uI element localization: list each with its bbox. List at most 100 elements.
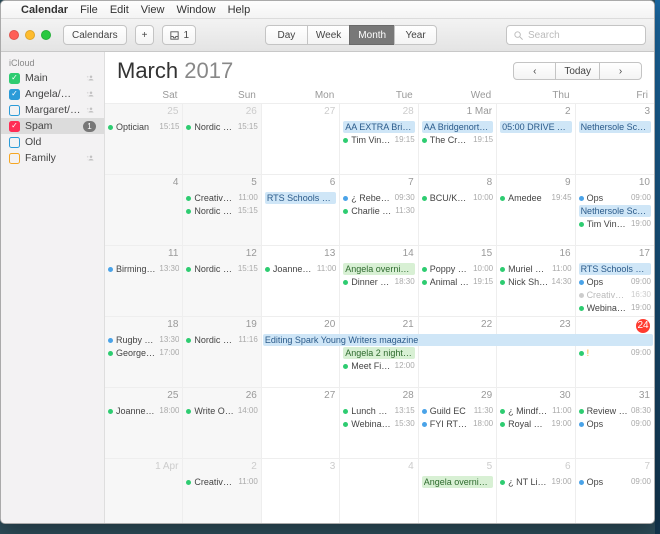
day-cell[interactable]: 24Ops09:00!09:00 [576,317,654,388]
menu-window[interactable]: Window [176,4,215,16]
sidebar-item-5[interactable]: Family [1,150,104,166]
event[interactable]: Dinner wit…18:30 [343,276,414,288]
sidebar-item-0[interactable]: ✓Main [1,70,104,86]
event[interactable]: Royal Ope…19:00 [500,418,571,430]
day-cell[interactable]: 27 [262,388,340,459]
multi-day-event[interactable]: Editing Spark Young Writers magazine [263,334,653,346]
event[interactable]: Review of…08:30 [579,405,651,417]
day-cell[interactable]: 17RTS Schools Da…Ops09:00Creative P…16:3… [576,246,654,317]
event[interactable]: Nethersole School [579,121,651,133]
event[interactable]: Poppy Kee…10:00 [422,263,493,275]
zoom-icon[interactable] [41,30,51,40]
day-cell[interactable]: 20 [262,317,340,388]
event[interactable]: Write On! r…14:00 [186,405,257,417]
event[interactable]: Joanne Ri…11:00 [265,263,336,275]
menu-edit[interactable]: Edit [110,4,129,16]
event[interactable]: Webinar p…15:30 [343,418,414,430]
menu-calendar[interactable]: Calendar [21,4,68,16]
event[interactable]: Webinar p…19:00 [579,302,651,314]
calendar-checkbox[interactable] [9,105,20,116]
event[interactable]: Angela overnigh… [422,476,493,488]
day-cell[interactable]: 1 MarAA Bridgenorth…The Craft…19:15 [419,104,497,175]
event[interactable]: 05:00 DRIVE AA… [500,121,571,133]
event[interactable]: Ops09:00 [579,192,651,204]
day-cell[interactable]: 10Ops09:00Nethersole SchoolTim Vine:…19:… [576,175,654,246]
close-icon[interactable] [9,30,19,40]
day-cell[interactable]: 6¿ NT Live…19:00 [497,459,575,524]
day-cell[interactable]: 1 Apr [105,459,183,524]
event[interactable]: Nordic Wa…15:15 [186,263,257,275]
calendars-toggle-button[interactable]: Calendars [63,25,127,45]
day-cell[interactable]: 5Angela overnigh… [419,459,497,524]
event[interactable]: Optician15:15 [108,121,179,133]
day-cell[interactable]: 28AA EXTRA Bridg…Tim Vine T…19:15 [340,104,418,175]
event[interactable]: RTS Schools Da… [265,192,336,204]
event[interactable]: Creative S…11:00 [186,192,257,204]
day-cell[interactable]: 14Angela overnigh…Dinner wit…18:30 [340,246,418,317]
minimize-icon[interactable] [25,30,35,40]
day-cell[interactable]: 26Nordic Wa…15:15 [183,104,261,175]
day-cell[interactable]: 27 [262,104,340,175]
next-month-button[interactable]: › [599,62,642,80]
menu-help[interactable]: Help [228,4,251,16]
view-month[interactable]: Month [349,25,395,45]
day-cell[interactable]: 5Creative S…11:00Nordic Wa…15:15 [183,175,261,246]
event[interactable]: Angela overnigh… [343,263,414,275]
event[interactable]: ¿ NT Live…19:00 [500,476,571,488]
event[interactable]: Nethersole School [579,205,651,217]
event[interactable]: Amedee19:45 [500,192,571,204]
day-cell[interactable]: 7Ops09:00 [576,459,654,524]
day-cell[interactable]: 7¿ Rebecca…09:30Charlie Jor…11:30 [340,175,418,246]
today-button[interactable]: Today [555,62,600,80]
day-cell[interactable]: 4 [340,459,418,524]
day-cell[interactable]: 25Optician15:15 [105,104,183,175]
inbox-button[interactable]: 1 [162,25,196,45]
day-cell[interactable]: 12Nordic Wa…15:15 [183,246,261,317]
day-cell[interactable]: 16Muriel Mc…11:00Nick Shar…14:30 [497,246,575,317]
event[interactable]: AA Bridgenorth… [422,121,493,133]
event[interactable]: Ops09:00 [579,418,651,430]
day-cell[interactable]: 22Valley Pre…18:15 [419,317,497,388]
day-cell[interactable]: 8BCU/Kate…10:00 [419,175,497,246]
event[interactable]: Nordic Wa…11:16 [186,334,257,346]
calendar-checkbox[interactable]: ✓ [9,121,20,132]
event[interactable]: Rugby You…13:30 [108,334,179,346]
view-week[interactable]: Week [307,25,350,45]
day-cell[interactable]: 29Guild EC11:30FYI RTS E…18:00 [419,388,497,459]
event[interactable]: AA EXTRA Bridg… [343,121,414,133]
day-cell[interactable]: 19Nordic Wa…11:16 [183,317,261,388]
event[interactable]: RTS Schools Da… [579,263,651,275]
day-cell[interactable]: 31Review of…08:30Ops09:00 [576,388,654,459]
calendar-checkbox[interactable]: ✓ [9,73,20,84]
day-cell[interactable]: 28Lunch wit…13:15Webinar p…15:30 [340,388,418,459]
calendar-checkbox[interactable]: ✓ [9,89,20,100]
day-cell[interactable]: 3 [262,459,340,524]
event[interactable]: Nick Shar…14:30 [500,276,571,288]
event[interactable]: Charlie Jor…11:30 [343,205,414,217]
day-cell[interactable]: 26Write On! r…14:00 [183,388,261,459]
event[interactable]: FYI RTS E…18:00 [422,418,493,430]
event[interactable]: ¿ Mindfuln…11:00 [500,405,571,417]
event[interactable]: Ops09:00 [579,476,651,488]
day-cell[interactable]: 23RTS Road…11:45 [497,317,575,388]
search-input[interactable]: Search [506,25,646,45]
event[interactable]: BCU/Kate…10:00 [422,192,493,204]
day-cell[interactable]: 205:00 DRIVE AA… [497,104,575,175]
day-cell[interactable]: 2Creative S…11:00 [183,459,261,524]
day-cell[interactable]: 9Amedee19:45 [497,175,575,246]
event[interactable]: Angela 2 nights… [343,347,414,359]
event[interactable]: Creative P…16:30 [579,289,651,301]
event[interactable]: Ops09:00 [579,276,651,288]
day-cell[interactable]: 4 [105,175,183,246]
sidebar-item-2[interactable]: Margaret/A… [1,102,104,118]
event[interactable]: Birmingham…13:30 [108,263,179,275]
event[interactable]: Nordic Wa…15:15 [186,205,257,217]
event[interactable]: Tim Vine:…19:00 [579,218,651,230]
event[interactable]: Guild EC11:30 [422,405,493,417]
sidebar-item-3[interactable]: ✓Spam1 [1,118,104,134]
sidebar-item-4[interactable]: Old [1,134,104,150]
day-cell[interactable]: 13Joanne Ri…11:00 [262,246,340,317]
event[interactable]: Meet File…12:00 [343,360,414,372]
day-cell[interactable]: 18Rugby You…13:30George Sa…17:00 [105,317,183,388]
event[interactable]: Muriel Mc…11:00 [500,263,571,275]
